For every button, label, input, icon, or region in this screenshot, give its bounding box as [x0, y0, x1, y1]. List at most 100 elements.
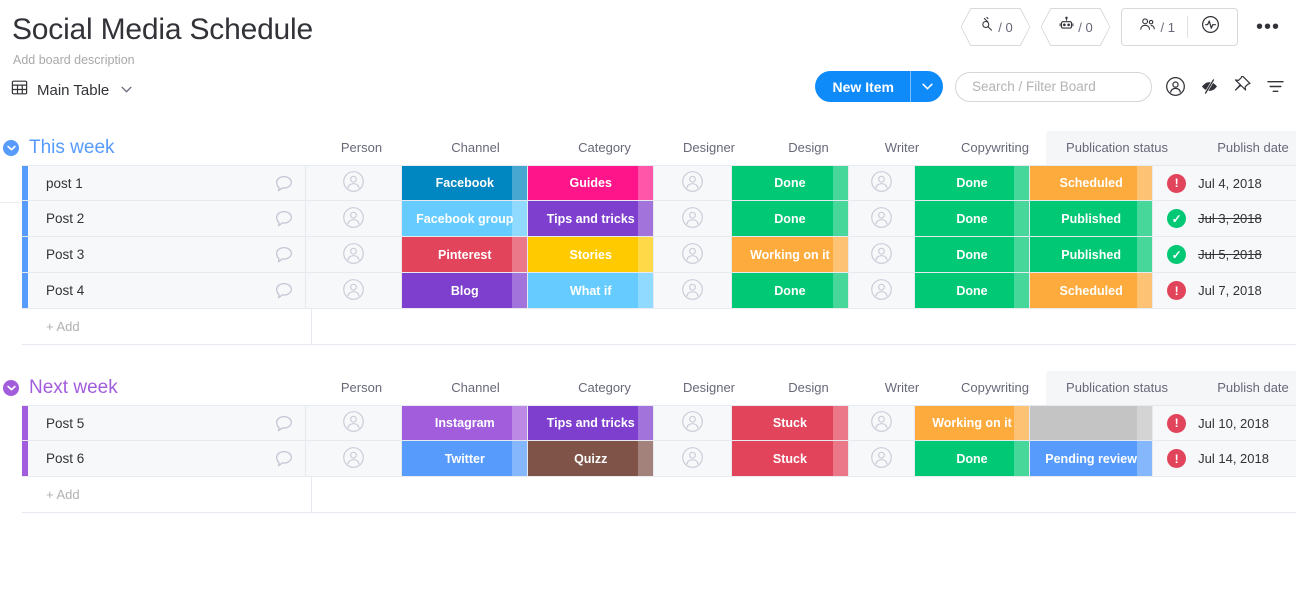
comment-bubble-icon[interactable] — [273, 413, 295, 440]
cell-designer[interactable] — [654, 237, 732, 272]
cell-design[interactable]: Done — [732, 201, 848, 236]
cell-designer[interactable] — [654, 166, 732, 200]
cell-item-name[interactable]: post 1 — [28, 166, 306, 200]
cell-channel[interactable]: Instagram — [402, 406, 528, 440]
table-row[interactable]: Post 4BlogWhat ifDoneDoneScheduled!Jul 7… — [22, 273, 1296, 309]
cell-item-name[interactable]: Post 5 — [28, 406, 306, 440]
comment-bubble-icon[interactable] — [273, 244, 295, 271]
cell-designer[interactable] — [654, 201, 732, 236]
table-row[interactable]: Post 2 Facebook groupTips and tricks Done D… — [22, 201, 1296, 237]
add-item-row[interactable]: + Add — [22, 477, 1296, 513]
column-header-copywriting[interactable]: Copywriting — [936, 131, 1054, 165]
cell-item-name[interactable]: Post 2 — [28, 201, 306, 236]
cell-category[interactable]: Tips and tricks — [528, 201, 654, 236]
column-header-publication-status[interactable]: Publication status — [1054, 371, 1180, 405]
column-header-person[interactable]: Person — [312, 371, 411, 405]
comment-bubble-icon[interactable] — [273, 448, 295, 475]
cell-channel[interactable]: Pinterest — [402, 237, 528, 272]
cell-writer[interactable] — [849, 406, 915, 440]
cell-channel[interactable]: Facebook — [402, 166, 528, 200]
cell-publication[interactable] — [1030, 406, 1153, 440]
cell-item-name[interactable]: Post 3 — [28, 237, 306, 272]
cell-designer[interactable] — [654, 406, 732, 440]
cell-category[interactable]: Quizz — [528, 441, 654, 476]
table-row[interactable]: Post 5 InstagramTips and tricks Stuck Worki… — [22, 405, 1296, 441]
column-header-writer[interactable]: Writer — [868, 131, 936, 165]
new-item-dropdown-icon[interactable] — [910, 71, 943, 102]
cell-person[interactable] — [306, 237, 403, 272]
cell-publish-date[interactable]: !Jul 10, 2018 — [1153, 406, 1296, 440]
table-row[interactable]: post 1FacebookGuidesDoneDoneScheduled!Ju… — [22, 165, 1296, 201]
person-circle-icon[interactable] — [1164, 75, 1187, 98]
board-members-button[interactable]: / 1 — [1126, 9, 1187, 45]
comment-bubble-icon[interactable] — [273, 173, 295, 200]
cell-item-name[interactable]: Post 4 — [28, 273, 306, 308]
column-header-publication-status[interactable]: Publication status — [1054, 131, 1180, 165]
cell-category[interactable]: What if — [528, 273, 654, 308]
cell-copywriting[interactable]: Done — [915, 237, 1030, 272]
cell-publish-date[interactable]: ✓Jul 5, 2018 — [1153, 237, 1296, 272]
column-header-design[interactable]: Design — [749, 131, 868, 165]
integrations-badge[interactable]: / 0 — [961, 8, 1031, 46]
chevron-down-icon[interactable] — [121, 84, 132, 96]
column-header-category[interactable]: Category — [540, 371, 669, 405]
cell-copywriting[interactable]: Working on it — [915, 406, 1030, 440]
column-header-designer[interactable]: Designer — [669, 131, 749, 165]
table-row[interactable]: Post 3 PinterestStories Working on it DoneP… — [22, 237, 1296, 273]
cell-person[interactable] — [306, 441, 403, 476]
cell-writer[interactable] — [849, 201, 915, 236]
cell-person[interactable] — [306, 201, 403, 236]
cell-copywriting[interactable]: Done — [915, 166, 1030, 200]
column-header-channel[interactable]: Channel — [411, 131, 540, 165]
hide-eye-slash-icon[interactable] — [1199, 76, 1220, 97]
column-header-publish-date[interactable]: Publish date — [1180, 371, 1296, 405]
cell-design[interactable]: Stuck — [732, 441, 848, 476]
cell-item-name[interactable]: Post 6 — [28, 441, 306, 476]
column-header-designer[interactable]: Designer — [669, 371, 749, 405]
automations-badge[interactable]: / 0 — [1041, 8, 1111, 46]
table-row[interactable]: Post 6TwitterQuizzStuckDonePending revie… — [22, 441, 1296, 477]
cell-designer[interactable] — [654, 441, 732, 476]
add-item-label[interactable]: + Add — [28, 477, 312, 512]
cell-designer[interactable] — [654, 273, 732, 308]
column-header-category[interactable]: Category — [540, 131, 669, 165]
add-item-row[interactable]: + Add — [22, 309, 1296, 345]
cell-design[interactable]: Done — [732, 166, 848, 200]
column-header-publish-date[interactable]: Publish date — [1180, 131, 1296, 165]
cell-person[interactable] — [306, 273, 403, 308]
pin-icon[interactable] — [1232, 76, 1253, 97]
cell-design[interactable]: Done — [732, 273, 848, 308]
cell-writer[interactable] — [849, 237, 915, 272]
cell-publication[interactable]: Published — [1030, 237, 1153, 272]
cell-publish-date[interactable]: !Jul 4, 2018 — [1153, 166, 1296, 200]
cell-channel[interactable]: Facebook group — [402, 201, 528, 236]
cell-channel[interactable]: Blog — [402, 273, 528, 308]
cell-copywriting[interactable]: Done — [915, 441, 1030, 476]
cell-publication[interactable]: Published — [1030, 201, 1153, 236]
cell-category[interactable]: Stories — [528, 237, 654, 272]
column-header-person[interactable]: Person — [312, 131, 411, 165]
cell-category[interactable]: Tips and tricks — [528, 406, 654, 440]
comment-bubble-icon[interactable] — [273, 208, 295, 235]
cell-publication[interactable]: Scheduled — [1030, 273, 1153, 308]
cell-writer[interactable] — [849, 273, 915, 308]
add-item-label[interactable]: + Add — [28, 309, 312, 344]
cell-writer[interactable] — [849, 441, 915, 476]
cell-publish-date[interactable]: !Jul 14, 2018 — [1153, 441, 1296, 476]
search-input[interactable] — [972, 79, 1135, 94]
comment-bubble-icon[interactable] — [273, 280, 295, 307]
board-description[interactable]: Add board description — [0, 53, 1296, 67]
cell-person[interactable] — [306, 406, 403, 440]
activity-log-button[interactable] — [1188, 9, 1233, 45]
cell-copywriting[interactable]: Done — [915, 273, 1030, 308]
search-filter-box[interactable] — [955, 72, 1152, 102]
cell-category[interactable]: Guides — [528, 166, 654, 200]
tab-main-table[interactable]: Main Table — [10, 78, 132, 102]
column-header-writer[interactable]: Writer — [868, 371, 936, 405]
cell-copywriting[interactable]: Done — [915, 201, 1030, 236]
cell-design[interactable]: Stuck — [732, 406, 848, 440]
cell-publication[interactable]: Scheduled — [1030, 166, 1153, 200]
column-header-channel[interactable]: Channel — [411, 371, 540, 405]
cell-writer[interactable] — [849, 166, 915, 200]
cell-design[interactable]: Working on it — [732, 237, 848, 272]
